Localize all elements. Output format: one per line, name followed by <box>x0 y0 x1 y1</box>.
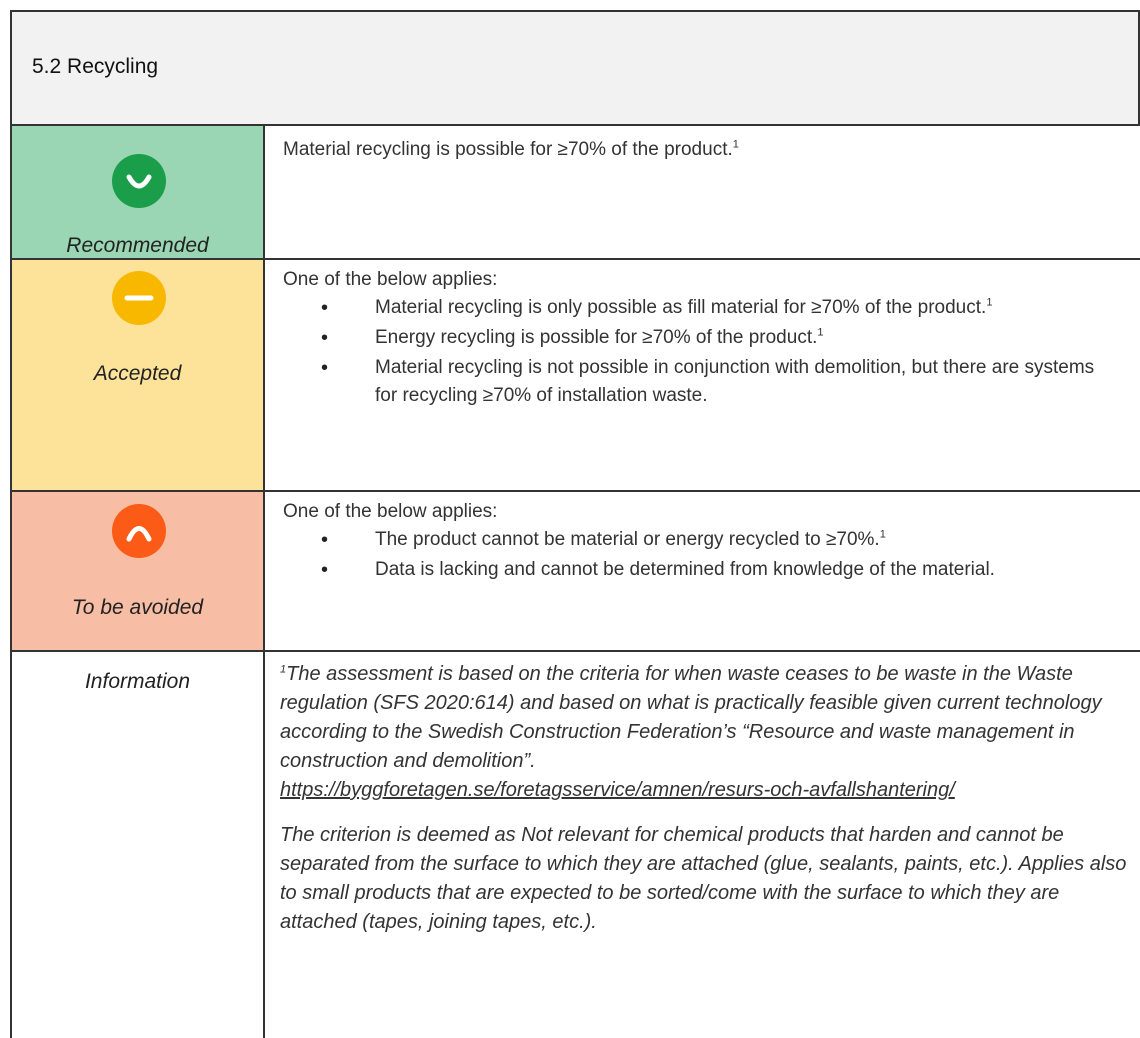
footnote-ref: 1 <box>732 138 739 151</box>
accepted-intro: One of the below applies: <box>283 269 498 290</box>
table-header: 5.2 Recycling <box>10 10 1140 126</box>
list-item: Energy recycling is possible for ≥70% of… <box>321 324 1121 352</box>
reference-link[interactable]: https://byggforetagen.se/foretagsservice… <box>280 779 955 801</box>
avoided-rating-cell: To be avoided <box>10 492 265 650</box>
avoided-description-cell: One of the below applies: The product ca… <box>265 492 1140 650</box>
accepted-description-cell: One of the below applies: Material recyc… <box>265 260 1140 490</box>
information-text: 1The assessment is based on the criteria… <box>280 660 1135 953</box>
recommended-rating-cell: Recommended <box>10 126 265 258</box>
frown-face-icon <box>112 504 166 558</box>
recommended-description-cell: Material recycling is possible for ≥70% … <box>265 126 1140 258</box>
list-item: Material recycling is only possible as f… <box>321 294 1121 322</box>
smile-face-icon <box>112 154 166 208</box>
section-title: 5.2 Recycling <box>32 55 159 78</box>
accepted-rating-cell: Accepted <box>10 260 265 490</box>
recommended-text: Material recycling is possible for ≥70% … <box>283 138 739 160</box>
list-item: Material recycling is not possible in co… <box>321 354 1121 410</box>
recommended-label: Recommended <box>66 234 209 257</box>
avoided-intro: One of the below applies: <box>283 501 498 522</box>
information-paragraph: The criterion is deemed as Not relevant … <box>280 824 1127 933</box>
list-item: The product cannot be material or energy… <box>321 526 1121 554</box>
information-label-cell: Information <box>10 652 265 1038</box>
information-text-cell: 1The assessment is based on the criteria… <box>265 652 1140 1038</box>
criteria-table: 5.2 Recycling Recommended Material recyc… <box>10 10 1140 1038</box>
accepted-list: Material recycling is only possible as f… <box>321 294 1121 412</box>
accepted-label: Accepted <box>93 362 182 385</box>
information-row: Information 1The assessment is based on … <box>10 652 1140 1038</box>
accepted-row: Accepted One of the below applies: Mater… <box>10 260 1140 492</box>
information-paragraph: 1The assessment is based on the criteria… <box>280 663 1102 801</box>
avoided-row: To be avoided One of the below applies: … <box>10 492 1140 652</box>
list-item: Data is lacking and cannot be determined… <box>321 556 1121 584</box>
neutral-face-icon <box>112 271 166 325</box>
information-label: Information <box>84 670 191 693</box>
avoided-label: To be avoided <box>71 596 204 619</box>
recommended-row: Recommended Material recycling is possib… <box>10 126 1140 260</box>
avoided-list: The product cannot be material or energy… <box>321 526 1121 586</box>
